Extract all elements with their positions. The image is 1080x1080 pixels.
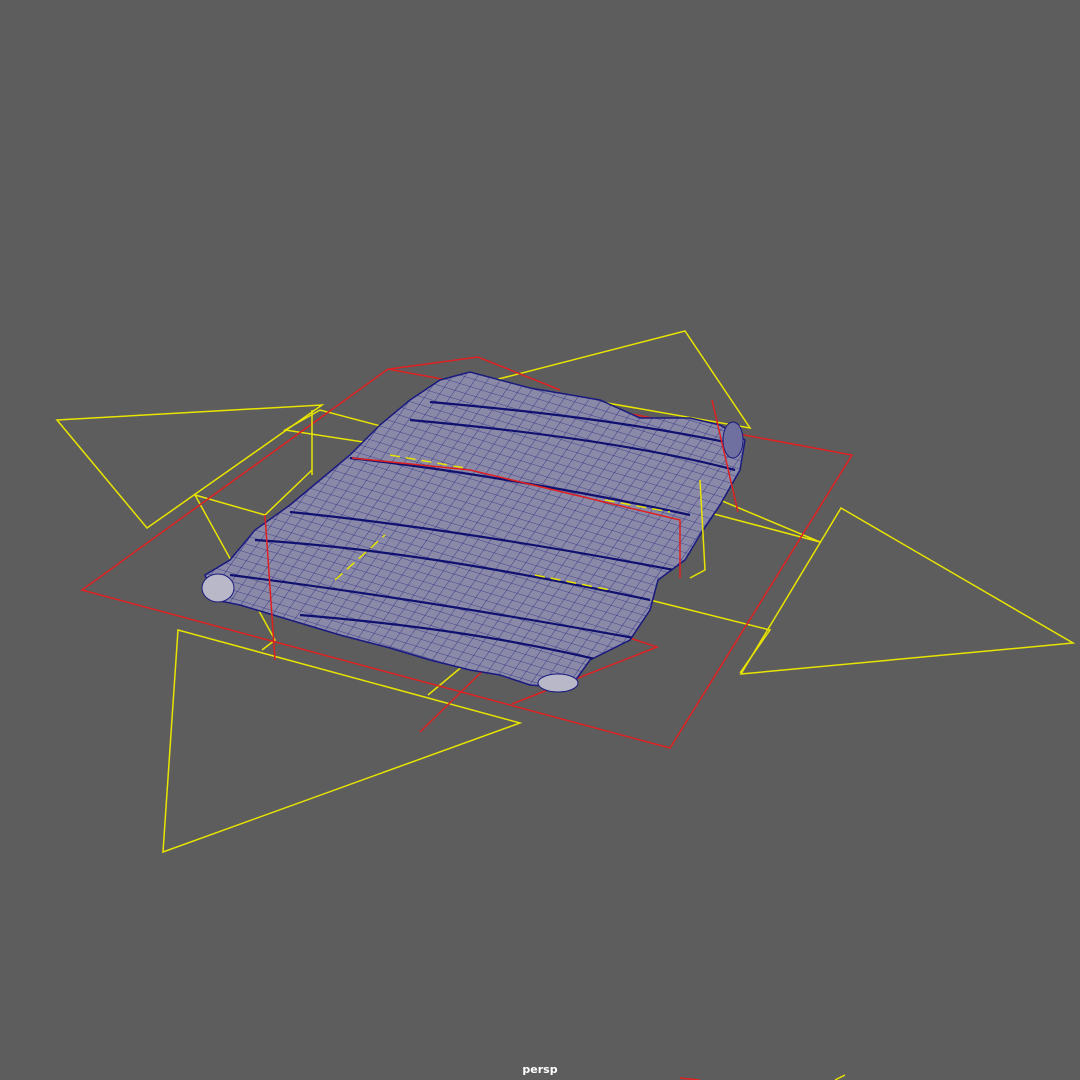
cloth-corner-right: [722, 421, 744, 459]
cloth-corner-left: [201, 573, 235, 603]
maya-perspective-viewport[interactable]: persp: [0, 0, 1080, 1080]
light-gizmo-left-back[interactable]: [55, 404, 325, 530]
camera-name-label: persp: [522, 1063, 558, 1076]
viewport-scene[interactable]: [0, 0, 1080, 1080]
cloth-corner-bottom: [537, 673, 579, 693]
light-gizmo-right-mid[interactable]: [649, 599, 772, 674]
light-gizmo-right[interactable]: [739, 506, 1076, 675]
